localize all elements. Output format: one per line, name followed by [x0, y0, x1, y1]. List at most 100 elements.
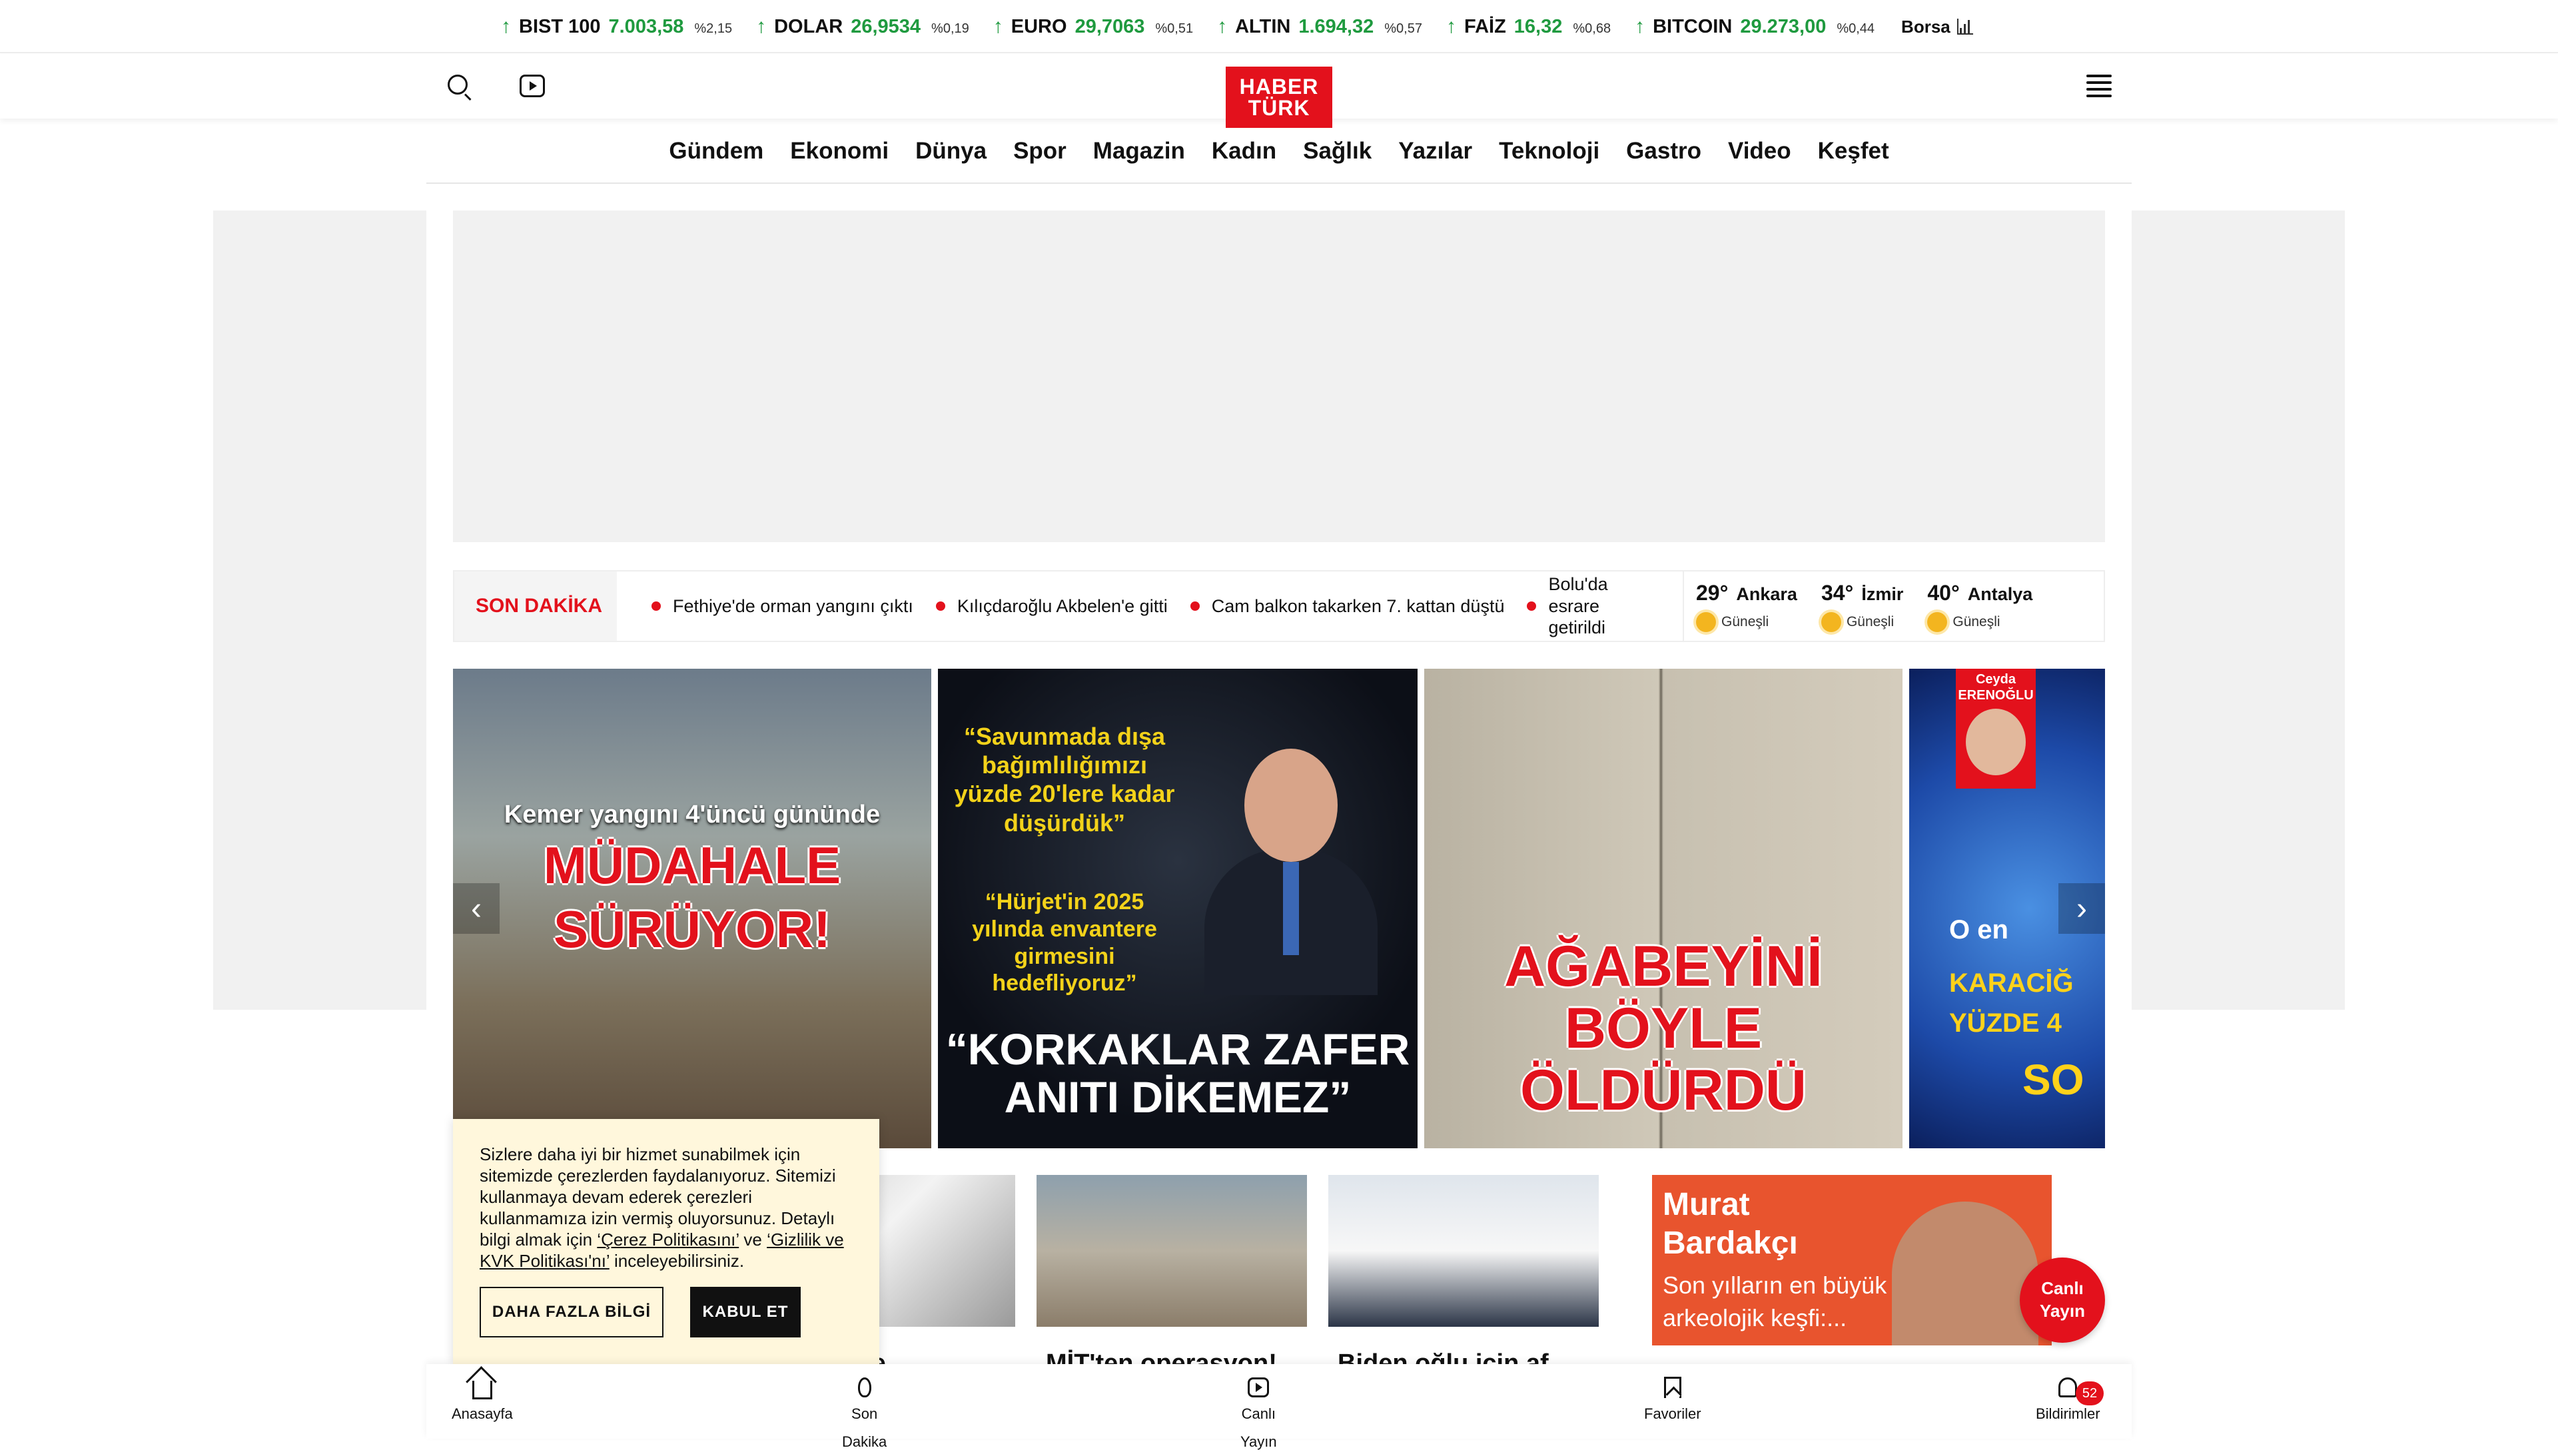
weather-condition: Güneşli	[1846, 613, 1895, 629]
sun-icon	[1927, 611, 1948, 632]
nav-item-gastro[interactable]: Gastro	[1626, 138, 1701, 165]
author-tag: Ceyda ERENOĞLU	[1956, 669, 2036, 789]
logo-line1: HABER	[1239, 75, 1319, 99]
ticker-value: 7.003,58	[608, 16, 684, 37]
borsa-link[interactable]: Borsa	[1901, 17, 1973, 37]
columnist-name: Murat Bardakçı	[1663, 1187, 1798, 1261]
tab-label: Yayın	[1240, 1433, 1277, 1450]
more-info-button[interactable]: DAHA FAZLA BİLGİ	[480, 1287, 663, 1337]
slide-text-1: O en	[1949, 915, 2008, 944]
nav-item-teknoloji[interactable]: Teknoloji	[1499, 138, 1599, 165]
ticker-name: BIST 100	[519, 16, 601, 37]
slide-quote-1: “Savunmada dışa bağımlılığımızı yüzde 20…	[954, 723, 1175, 837]
breaking-item[interactable]: Cam balkon takarken 7. kattan düştü	[1190, 596, 1504, 617]
tab-label: Dakika	[842, 1433, 887, 1450]
breaking-text: Bolu'da esrare getirildi	[1548, 574, 1608, 638]
ticker-change: %0,44	[1837, 21, 1875, 36]
live-broadcast-button[interactable]: Canlı Yayın	[2020, 1258, 2105, 1343]
weather-city[interactable]: 29° Ankara Güneşli	[1684, 571, 1809, 641]
ticker-name: FAİZ	[1464, 16, 1506, 37]
ticker-value: 16,32	[1513, 16, 1563, 37]
weather-city[interactable]: 40° Antalya Güneşli	[1915, 571, 2044, 641]
ticker-name: BITCOIN	[1653, 16, 1733, 37]
chevron-right-icon[interactable]: ›	[2058, 883, 2105, 934]
slide-2[interactable]: “Savunmada dışa bağımlılığımızı yüzde 20…	[938, 669, 1418, 1148]
tab-label: Anasayfa	[452, 1405, 513, 1422]
weather-condition: Güneşli	[1952, 613, 2000, 629]
news-card[interactable]: Biden oğlu için af	[1328, 1175, 1599, 1378]
bottom-tab-bar: Anasayfa Son Dakika Canlı Yayın Favorile…	[426, 1364, 2132, 1450]
author-first-name: Ceyda	[1975, 672, 2016, 687]
side-ad-left	[213, 210, 426, 1010]
ticker-change: %2,15	[694, 21, 733, 36]
home-icon	[472, 1381, 492, 1399]
cookie-banner: Sizlere daha iyi bir hizmet sunabilmek i…	[453, 1119, 879, 1364]
site-logo[interactable]: HABER TÜRK	[1226, 67, 1332, 128]
nav-item-yazilar[interactable]: Yazılar	[1398, 138, 1472, 165]
nav-item-magazin[interactable]: Magazin	[1093, 138, 1185, 165]
tab-favorites[interactable]: Favoriler	[1644, 1375, 1701, 1428]
bookmark-icon	[1663, 1377, 1681, 1398]
slide-headline: “KORKAKLAR ZAFER ANITI DİKEMEZ”	[945, 1024, 1410, 1122]
slide-quote-2: “Hürjet'in 2025 yılında envantere girmes…	[972, 889, 1157, 996]
breaking-news-list: Fethiye'de orman yangını çıktı Kılıçdaro…	[617, 571, 1683, 641]
slide-1[interactable]: Kemer yangını 4'üncü gününde MÜDAHALE SÜ…	[453, 669, 931, 1148]
chevron-left-icon[interactable]: ‹	[453, 883, 500, 934]
search-icon[interactable]	[446, 73, 473, 101]
flame-icon	[857, 1377, 871, 1397]
market-ticker: ↑ BIST 100 7.003,58 %2,15 ↑ DOLAR 26,953…	[0, 0, 2558, 53]
breaking-news-bar: SON DAKİKA Fethiye'de orman yangını çıkt…	[453, 570, 2105, 642]
cookie-policy-link[interactable]: ‘Çerez Politikasını’	[597, 1230, 739, 1250]
news-thumbnail	[1328, 1175, 1599, 1327]
tab-label: Canlı	[1241, 1405, 1276, 1422]
breaking-item[interactable]: Fethiye'de orman yangını çıktı	[651, 596, 913, 617]
tab-breaking-news[interactable]: Son Dakika	[842, 1375, 887, 1456]
slide-headline-line2: BÖYLE	[1564, 996, 1763, 1061]
bar-chart-icon	[1956, 19, 1973, 35]
ticker-name: EURO	[1011, 16, 1067, 37]
slide-headline-line2: SÜRÜYOR!	[553, 899, 831, 958]
nav-item-kesfet[interactable]: Keşfet	[1818, 138, 1889, 165]
ticker-item-bitcoin[interactable]: ↑ BITCOIN 29.273,00 %0,44	[1635, 15, 1875, 38]
live-label-2: Yayın	[2040, 1301, 2085, 1321]
sun-icon	[1821, 611, 1841, 632]
tab-live[interactable]: Canlı Yayın	[1240, 1375, 1277, 1456]
tab-notifications[interactable]: Bildirimler 52	[2036, 1375, 2104, 1428]
nav-item-video[interactable]: Video	[1728, 138, 1791, 165]
up-arrow-icon: ↑	[756, 15, 767, 37]
breaking-item[interactable]: Bolu'da esrare getirildi	[1527, 573, 1647, 638]
ticker-list: ↑ BIST 100 7.003,58 %2,15 ↑ DOLAR 26,953…	[501, 0, 1973, 53]
nav-item-kadin[interactable]: Kadın	[1212, 138, 1276, 165]
ticker-value: 1.694,32	[1298, 16, 1374, 37]
bullet-icon	[1527, 601, 1537, 611]
accept-cookies-button[interactable]: KABUL ET	[690, 1287, 801, 1337]
weather-city[interactable]: 34° İzmir Güneşli	[1809, 571, 1915, 641]
ticker-item-bist[interactable]: ↑ BIST 100 7.003,58 %2,15	[501, 15, 732, 38]
nav-item-ekonomi[interactable]: Ekonomi	[790, 138, 889, 165]
news-card[interactable]: MİT'ten operasyon!	[1037, 1175, 1307, 1378]
bullet-icon	[651, 601, 661, 611]
nav-item-saglik[interactable]: Sağlık	[1303, 138, 1372, 165]
ticker-value: 29,7063	[1074, 16, 1145, 37]
tab-home[interactable]: Anasayfa	[452, 1375, 513, 1428]
bullet-icon	[935, 601, 945, 611]
ticker-item-altin[interactable]: ↑ ALTIN 1.694,32 %0,57	[1217, 15, 1422, 38]
hamburger-menu-icon[interactable]	[2086, 75, 2112, 97]
ticker-item-dolar[interactable]: ↑ DOLAR 26,9534 %0,19	[756, 15, 969, 38]
nav-item-dunya[interactable]: Dünya	[915, 138, 987, 165]
breaking-text: Fethiye'de orman yangını çıktı	[673, 595, 913, 616]
slide-subtitle: Kemer yangını 4'üncü gününde	[504, 800, 881, 829]
nav-item-spor[interactable]: Spor	[1013, 138, 1066, 165]
breaking-item[interactable]: Kılıçdaroğlu Akbelen'e gitti	[935, 596, 1168, 617]
play-icon	[1248, 1377, 1270, 1397]
ticker-item-faiz[interactable]: ↑ FAİZ 16,32 %0,68	[1446, 15, 1611, 38]
weather-temp: 40°	[1927, 580, 1960, 605]
nav-item-gundem[interactable]: Gündem	[669, 138, 763, 165]
columnist-card[interactable]: Murat Bardakçı Son yılların en büyük ark…	[1652, 1175, 2052, 1345]
video-icon[interactable]	[520, 75, 545, 97]
ticker-change: %0,51	[1155, 21, 1194, 36]
slide-3[interactable]: AĞABEYİNİ BÖYLE ÖLDÜRDÜ	[1424, 669, 1903, 1148]
live-label-1: Canlı	[2041, 1278, 2084, 1299]
borsa-label: Borsa	[1901, 16, 1950, 37]
ticker-item-euro[interactable]: ↑ EURO 29,7063 %0,51	[993, 15, 1193, 38]
